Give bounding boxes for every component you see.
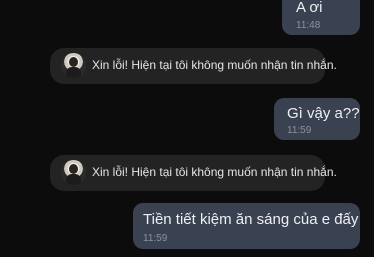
avatar[interactable] (61, 53, 86, 78)
outgoing-message[interactable]: Gì vậy a?? 11:59 (274, 98, 360, 140)
message-time: 11:59 (287, 125, 312, 136)
system-notice-text: Xin lỗi! Hiện tại tôi không muốn nhận ti… (92, 58, 337, 72)
message-text: A ơi (296, 0, 323, 16)
avatar[interactable] (61, 160, 86, 185)
system-notice: Xin lỗi! Hiện tại tôi không muốn nhận ti… (50, 155, 337, 191)
outgoing-message[interactable]: Tiền tiết kiệm ăn sáng của e đấy 11:59 (133, 203, 360, 249)
outgoing-message[interactable]: A ơi 11:48 (282, 0, 360, 35)
chat-conversation: A ơi 11:48 Xin lỗi! Hiện tại tôi không m… (0, 0, 374, 257)
system-notice-text: Xin lỗi! Hiện tại tôi không muốn nhận ti… (92, 165, 337, 179)
message-time: 11:59 (143, 233, 168, 244)
message-text: Gì vậy a?? (287, 105, 360, 122)
message-time: 11:48 (296, 20, 321, 31)
message-text: Tiền tiết kiệm ăn sáng của e đấy (143, 211, 359, 228)
system-notice: Xin lỗi! Hiện tại tôi không muốn nhận ti… (50, 48, 337, 84)
